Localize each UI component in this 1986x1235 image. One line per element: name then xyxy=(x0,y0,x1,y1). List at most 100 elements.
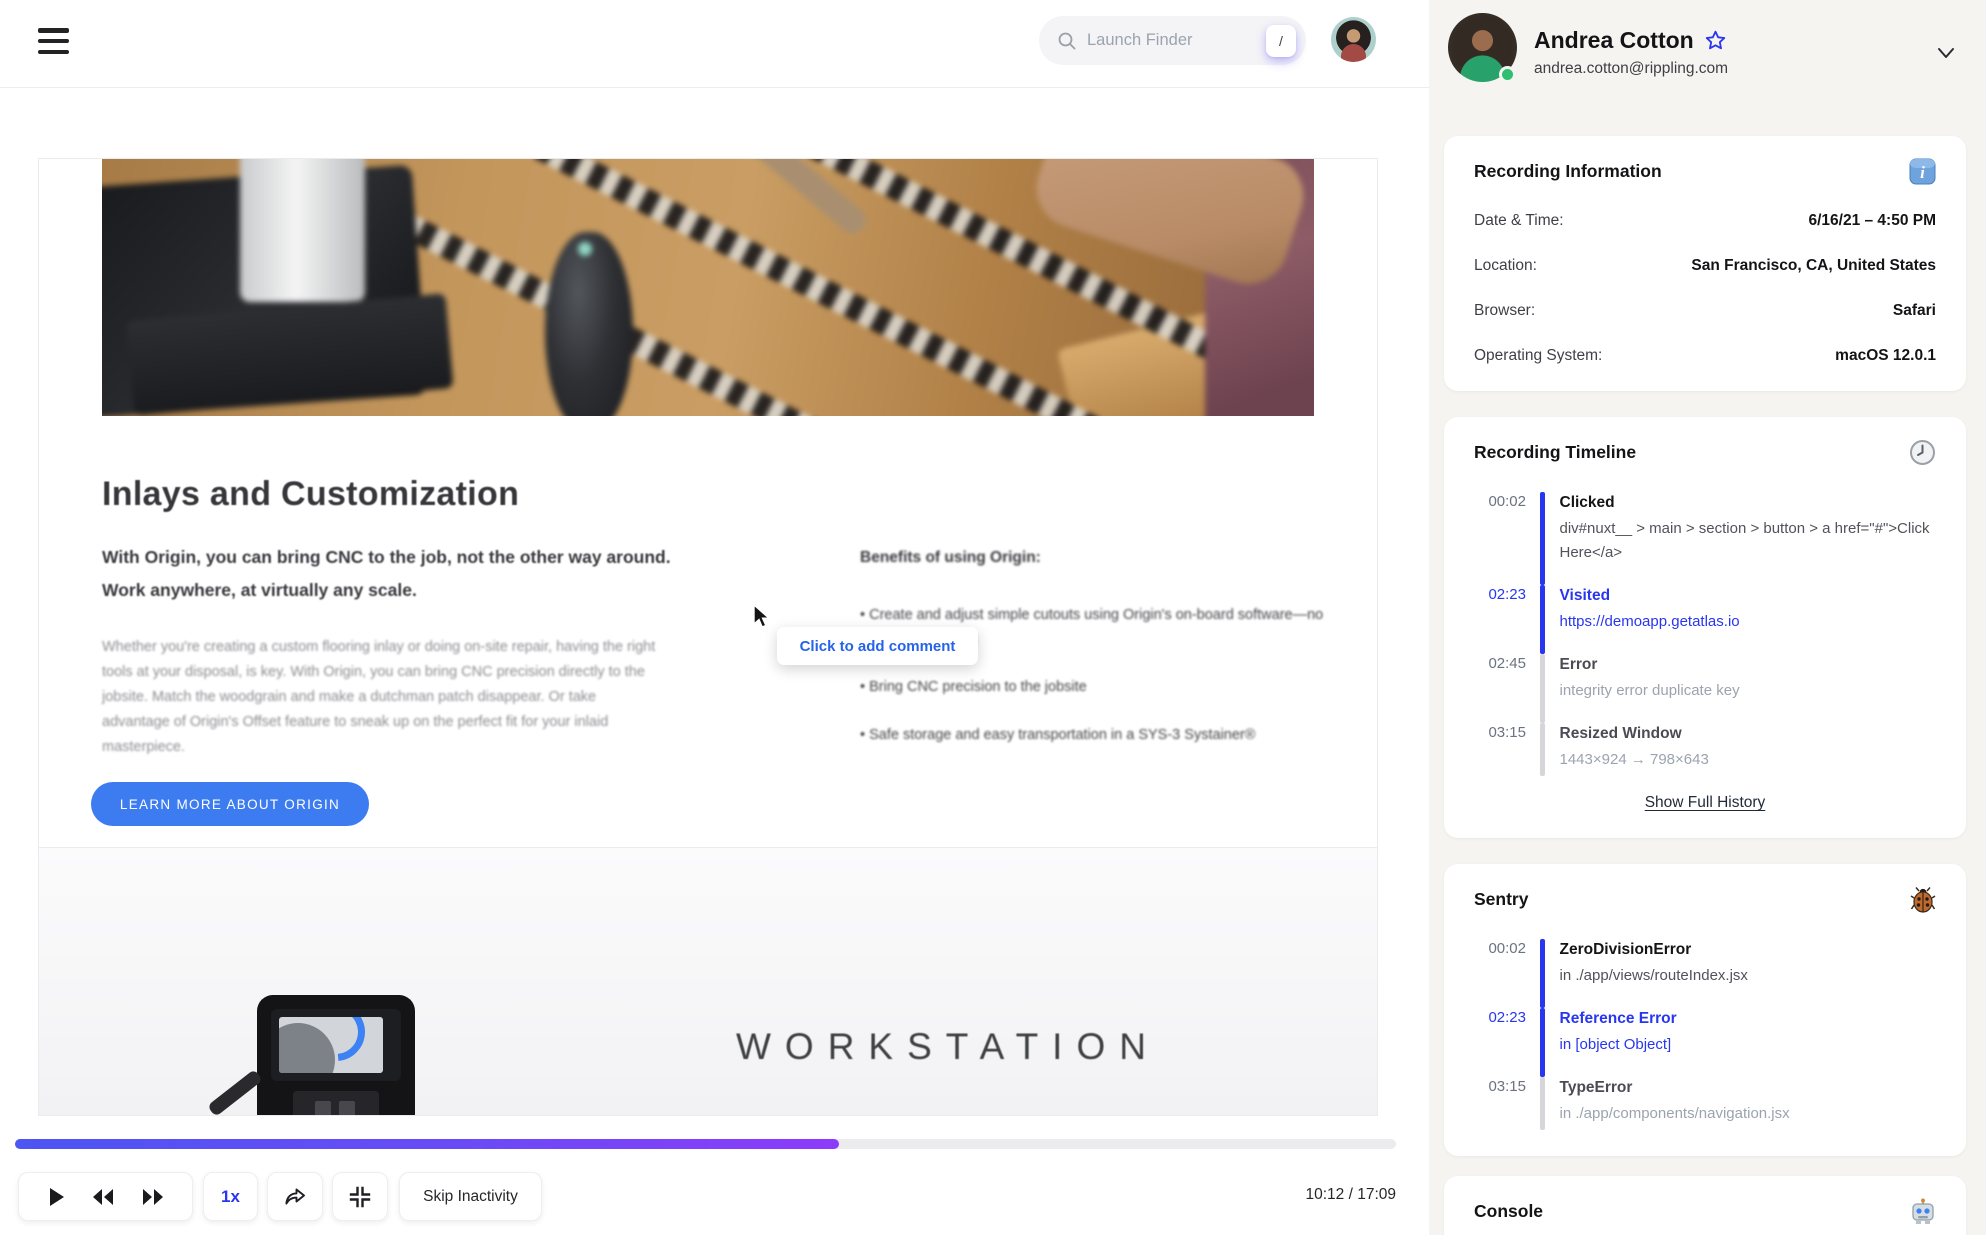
user-email: andrea.cotton@rippling.com xyxy=(1534,60,1729,77)
router-device-image xyxy=(257,995,415,1115)
rewind-button[interactable] xyxy=(90,1186,116,1208)
share-button[interactable] xyxy=(267,1172,323,1221)
topbar-avatar[interactable] xyxy=(1331,17,1376,62)
event-description: 1443×924 → 798×643 xyxy=(1559,751,1709,768)
play-button[interactable] xyxy=(45,1185,67,1209)
collapse-icon xyxy=(349,1186,371,1207)
timeline-event[interactable]: 03:15 Resized Window 1443×924 → 798×643 xyxy=(1474,723,1936,776)
learn-more-button: LEARN MORE ABOUT ORIGIN xyxy=(91,782,369,826)
card-title: Console xyxy=(1474,1201,1544,1221)
event-title: Clicked xyxy=(1559,494,1615,511)
timeline-event[interactable]: 02:45 Error integrity error duplicate ke… xyxy=(1474,654,1936,723)
event-time: 02:23 xyxy=(1488,586,1526,603)
info-row: Browser: Safari xyxy=(1474,302,1936,320)
chevron-down-icon[interactable] xyxy=(1934,41,1958,65)
info-icon: i xyxy=(1909,158,1936,185)
player-main-area: Launch Finder / https://app.getatlas.io/… xyxy=(0,0,1429,1235)
event-bar xyxy=(1540,1008,1545,1077)
url-row: https://app.getatlas.io/auth/login?next=… xyxy=(0,89,1429,221)
share-icon xyxy=(285,1188,305,1205)
info-value: Safari xyxy=(1892,302,1936,319)
event-title: Resized Window xyxy=(1559,725,1682,742)
workstation-logo-text: WORKSTATION xyxy=(736,1026,1160,1067)
bug-icon xyxy=(1910,887,1936,913)
info-row: Operating System: macOS 12.0.1 xyxy=(1474,347,1936,365)
event-time: 02:45 xyxy=(1488,655,1526,672)
info-row: Location: San Francisco, CA, United Stat… xyxy=(1474,257,1936,275)
event-bar xyxy=(1540,1077,1545,1130)
playback-time: 10:12 / 17:09 xyxy=(1305,1186,1397,1203)
event-bar xyxy=(1540,492,1545,585)
event-description: in [object Object] xyxy=(1559,1036,1672,1053)
card-title: Sentry xyxy=(1474,889,1529,909)
timeline-event-list: 00:02 Clicked div#nuxt__ > main > sectio… xyxy=(1474,492,1936,776)
card-title: Recording Timeline xyxy=(1474,442,1637,462)
info-value: San Francisco, CA, United States xyxy=(1691,257,1936,274)
webpage-heading: Inlays and Customization xyxy=(102,475,520,513)
info-label: Location: xyxy=(1474,257,1537,274)
event-link[interactable]: https://demoapp.getatlas.io xyxy=(1560,610,1937,634)
event-title: TypeError xyxy=(1559,1079,1633,1096)
search-input[interactable]: Launch Finder / xyxy=(1039,16,1306,65)
fast-forward-button[interactable] xyxy=(140,1186,166,1208)
benefits-title: Benefits of using Origin: xyxy=(860,549,1041,566)
info-value: 6/16/21 – 4:50 PM xyxy=(1808,212,1936,229)
console-card: Console xyxy=(1444,1176,1966,1235)
recording-information-card: Recording Information i Date & Time: 6/1… xyxy=(1444,136,1966,391)
replay-canvas[interactable]: Inlays and Customization With Origin, yo… xyxy=(38,158,1378,1116)
clock-icon xyxy=(1910,440,1935,465)
event-time: 03:15 xyxy=(1488,1078,1526,1095)
webpage-bottom-section: WORKSTATION xyxy=(39,848,1377,1115)
user-name: Andrea Cotton xyxy=(1534,27,1694,53)
recording-timeline-card: Recording Timeline 00:02 Clicked div#nux… xyxy=(1444,417,1966,838)
card-title: Recording Information xyxy=(1474,161,1662,181)
timeline-event[interactable]: 00:02 Clicked div#nuxt__ > main > sectio… xyxy=(1474,492,1936,585)
event-title: ZeroDivisionError xyxy=(1559,941,1692,958)
event-time: 00:02 xyxy=(1488,940,1526,957)
session-details-panel: Andrea Cotton andrea.cotton@rippling.com… xyxy=(1429,0,1986,1235)
playback-speed-button[interactable]: 1x xyxy=(203,1172,258,1221)
playback-progress-bar[interactable] xyxy=(15,1139,1396,1149)
benefit-item: Safe storage and easy transportation in … xyxy=(860,722,1340,748)
webpage-hero-photo xyxy=(102,159,1314,416)
search-shortcut-key: / xyxy=(1266,24,1296,57)
sentry-card: Sentry 00:02 ZeroDivisionError in ./app/… xyxy=(1444,864,1966,1156)
transport-controls xyxy=(18,1172,193,1221)
topbar: Launch Finder / xyxy=(0,0,1429,88)
event-time: 02:23 xyxy=(1488,1009,1526,1026)
info-label: Date & Time: xyxy=(1474,212,1564,229)
sentry-event[interactable]: 02:23 Reference Error in [object Object] xyxy=(1474,1008,1936,1077)
event-title: Visited xyxy=(1559,587,1611,604)
collapse-player-button[interactable] xyxy=(332,1172,388,1221)
skip-inactivity-button[interactable]: Skip Inactivity xyxy=(399,1172,542,1221)
info-value: macOS 12.0.1 xyxy=(1835,347,1936,364)
event-time: 00:02 xyxy=(1488,493,1526,510)
search-placeholder: Launch Finder xyxy=(1087,31,1193,49)
hamburger-menu-icon[interactable] xyxy=(38,26,70,56)
webpage-intro-text: With Origin, you can bring CNC to the jo… xyxy=(102,547,671,600)
event-bar xyxy=(1540,723,1545,776)
info-row: Date & Time: 6/16/21 – 4:50 PM xyxy=(1474,212,1936,230)
star-icon[interactable] xyxy=(1704,29,1727,52)
event-bar xyxy=(1540,939,1545,1008)
event-description: integrity error duplicate key xyxy=(1559,682,1740,699)
search-icon xyxy=(1058,32,1076,49)
event-description: in ./app/components/navigation.jsx xyxy=(1559,1105,1790,1122)
event-time: 03:15 xyxy=(1488,724,1526,741)
timeline-event[interactable]: 02:23 Visited https://demoapp.getatlas.i… xyxy=(1474,585,1936,654)
add-comment-tooltip[interactable]: Click to add comment xyxy=(777,627,978,665)
online-status-dot xyxy=(1499,66,1516,83)
event-bar xyxy=(1540,585,1545,654)
recorded-cursor-icon xyxy=(753,604,771,628)
sentry-event[interactable]: 03:15 TypeError in ./app/components/navi… xyxy=(1474,1077,1936,1130)
event-description: in ./app/views/routeIndex.jsx xyxy=(1559,967,1748,984)
event-description: div#nuxt__ > main > section > button > a… xyxy=(1559,520,1930,561)
event-bar xyxy=(1540,654,1545,723)
info-label: Browser: xyxy=(1474,302,1536,319)
progress-fill xyxy=(15,1139,840,1149)
user-header: Andrea Cotton andrea.cotton@rippling.com xyxy=(1444,13,1966,99)
sentry-event[interactable]: 00:02 ZeroDivisionError in ./app/views/r… xyxy=(1474,939,1936,1008)
svg-text:i: i xyxy=(1920,163,1925,182)
show-full-history-link[interactable]: Show Full History xyxy=(1645,794,1766,812)
robot-icon xyxy=(1912,1198,1934,1224)
